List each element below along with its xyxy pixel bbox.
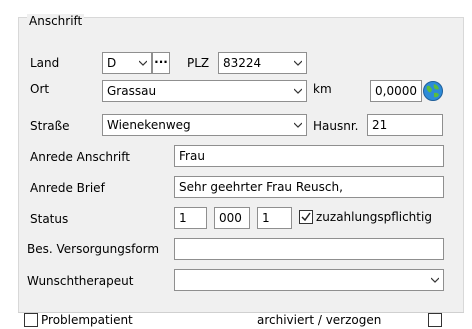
chevron-down-icon	[431, 277, 439, 283]
hausnr-label: Hausnr.	[313, 119, 359, 133]
status-field-2[interactable]: 000	[214, 207, 250, 229]
dots-label: ···	[154, 55, 168, 69]
globe-icon[interactable]	[422, 80, 444, 102]
anrede-brief-label: Anrede Brief	[30, 181, 105, 195]
km-field[interactable]: 0,0000	[370, 80, 422, 102]
chevron-down-icon	[294, 60, 302, 66]
plz-combo[interactable]: 83224	[218, 52, 307, 74]
land-value: D	[107, 56, 117, 70]
chevron-down-icon	[139, 60, 147, 66]
hausnr-field[interactable]: 21	[367, 114, 443, 136]
problempatient-label: Problempatient	[41, 313, 133, 327]
ort-combo[interactable]: Grassau	[102, 80, 307, 102]
wunschtherapeut-combo[interactable]	[174, 269, 444, 291]
km-label: km	[313, 82, 332, 96]
versorgungsform-label: Bes. Versorgungsform	[27, 242, 160, 256]
checkmark-icon	[301, 212, 311, 222]
plz-label: PLZ	[187, 56, 210, 70]
plz-value: 83224	[223, 56, 262, 70]
archiviert-label: archiviert / verzogen	[257, 313, 382, 327]
group-title: Anschrift	[27, 14, 85, 29]
ort-value: Grassau	[107, 84, 157, 98]
problempatient-checkbox[interactable]	[24, 313, 38, 327]
strasse-combo[interactable]: Wienekenweg	[102, 114, 307, 136]
anrede-anschrift-label: Anrede Anschrift	[30, 150, 130, 164]
land-label: Land	[30, 56, 60, 70]
land-combo[interactable]: D	[102, 52, 152, 74]
wunschtherapeut-label: Wunschtherapeut	[27, 274, 134, 288]
zuzahlung-label: zuzahlungspflichtig	[316, 210, 432, 224]
versorgungsform-field[interactable]	[174, 238, 444, 260]
anrede-anschrift-field[interactable]: Frau	[174, 145, 444, 167]
chevron-down-icon	[294, 122, 302, 128]
land-lookup-button[interactable]: ···	[152, 52, 170, 74]
strasse-value: Wienekenweg	[107, 118, 191, 132]
strasse-label: Straße	[30, 119, 70, 133]
anrede-brief-field[interactable]: Sehr geehrter Frau Reusch,	[174, 176, 444, 198]
archiviert-checkbox[interactable]	[428, 313, 442, 327]
status-field-3[interactable]: 1	[257, 207, 292, 229]
ort-label: Ort	[30, 82, 50, 96]
chevron-down-icon	[294, 88, 302, 94]
status-field-1[interactable]: 1	[174, 207, 207, 229]
status-label: Status	[30, 212, 69, 226]
zuzahlung-checkbox[interactable]	[299, 210, 313, 224]
